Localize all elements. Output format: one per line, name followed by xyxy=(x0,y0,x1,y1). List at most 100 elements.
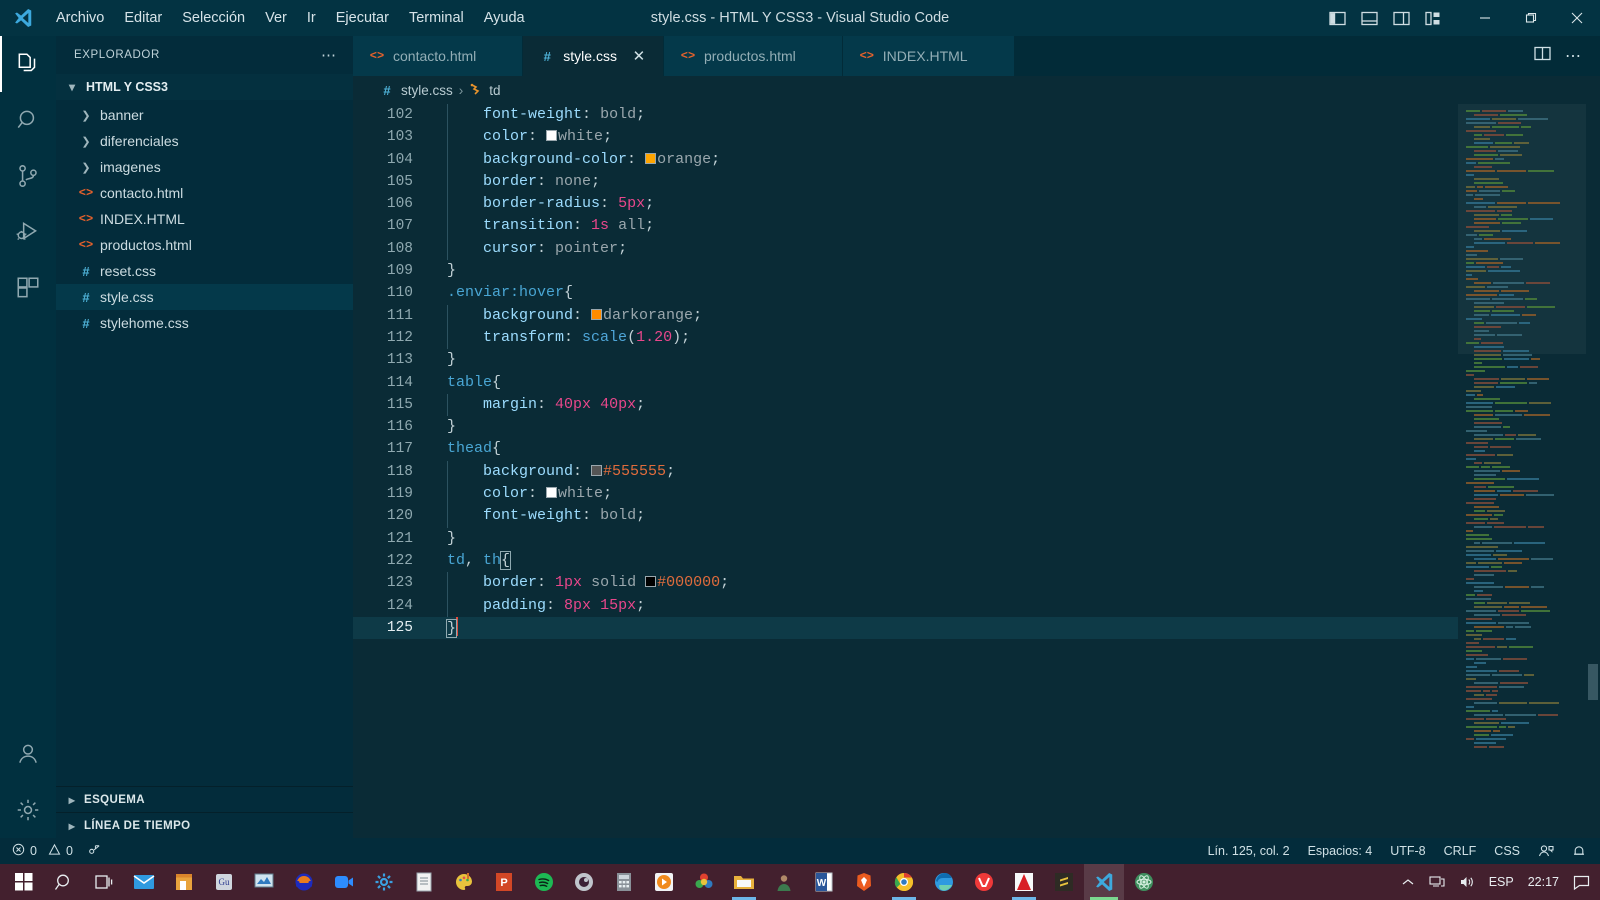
code-line[interactable]: 113} xyxy=(353,349,1458,371)
code-line[interactable]: 110 .enviar:hover{ xyxy=(353,282,1458,304)
video-player-icon[interactable] xyxy=(644,864,684,900)
bell-icon[interactable] xyxy=(1572,844,1586,858)
code-line[interactable]: 111 background: darkorange; xyxy=(353,304,1458,327)
zoom-icon[interactable] xyxy=(324,864,364,900)
activity-search[interactable] xyxy=(0,92,56,148)
geogebra-icon[interactable]: Gu xyxy=(204,864,244,900)
tab-style-css[interactable]: # style.css ✕ xyxy=(523,36,664,76)
toggle-secondary-sidebar-icon[interactable] xyxy=(1390,7,1412,29)
tray-clock[interactable]: 22:17 xyxy=(1528,875,1559,889)
store-icon[interactable] xyxy=(164,864,204,900)
powerpoint-icon[interactable]: P xyxy=(484,864,524,900)
spotify-icon[interactable] xyxy=(524,864,564,900)
tree-item-style-css[interactable]: # style.css xyxy=(56,284,353,310)
menu-terminal[interactable]: Terminal xyxy=(399,6,474,30)
toggle-primary-sidebar-icon[interactable] xyxy=(1326,7,1348,29)
scrollbar-thumb[interactable] xyxy=(1588,664,1598,700)
tree-item-diferenciales[interactable]: ❯ diferenciales xyxy=(56,128,353,154)
code-line[interactable]: 115 margin: 40px 40px; xyxy=(353,393,1458,417)
root-folder-row[interactable]: ▾ HTML Y CSS3 xyxy=(56,74,353,100)
code-line[interactable]: 121} xyxy=(353,528,1458,550)
status-eol[interactable]: CRLF xyxy=(1444,844,1477,858)
menu-ir[interactable]: Ir xyxy=(297,6,326,30)
obs-icon[interactable] xyxy=(564,864,604,900)
menu-seleccion[interactable]: Selección xyxy=(172,6,255,30)
color-swatch[interactable] xyxy=(645,576,657,588)
tab-productos-html[interactable]: <>productos.html✕ xyxy=(663,36,843,76)
split-editor-icon[interactable] xyxy=(1534,46,1551,66)
activity-accounts[interactable] xyxy=(0,726,56,782)
color-swatch[interactable] xyxy=(591,464,603,476)
mail-icon[interactable] xyxy=(124,864,164,900)
photos-icon[interactable] xyxy=(684,864,724,900)
color-swatch[interactable] xyxy=(546,130,558,142)
adobe-icon[interactable] xyxy=(1004,864,1044,900)
edge-icon[interactable] xyxy=(924,864,964,900)
calculator-icon[interactable] xyxy=(604,864,644,900)
code-line[interactable]: 108 cursor: pointer; xyxy=(353,237,1458,261)
network-icon[interactable] xyxy=(1429,875,1445,889)
code-line[interactable]: 105 border: none; xyxy=(353,170,1458,194)
panel-esquema[interactable]: ▸ ESQUEMA xyxy=(56,786,353,812)
toggle-panel-icon[interactable] xyxy=(1358,7,1380,29)
menu-ejecutar[interactable]: Ejecutar xyxy=(326,6,399,30)
tab-index-html[interactable]: <>INDEX.HTML✕ xyxy=(842,36,1015,76)
activity-explorer[interactable] xyxy=(0,36,56,92)
live-share-icon[interactable] xyxy=(1538,844,1554,858)
code-line[interactable]: 116} xyxy=(353,416,1458,438)
tab-contacto-html[interactable]: <>contacto.html✕ xyxy=(353,36,524,76)
code-line[interactable]: 119 color: white; xyxy=(353,483,1458,506)
code-content[interactable]: 102 font-weight: bold; 103 color: white; 1… xyxy=(353,104,1458,838)
code-line[interactable]: 123 border: 1px solid #000000; xyxy=(353,572,1458,595)
code-line[interactable]: 106 border-radius: 5px; xyxy=(353,193,1458,216)
activity-extensions[interactable] xyxy=(0,260,56,316)
folder-icon[interactable] xyxy=(724,864,764,900)
react-icon[interactable] xyxy=(1124,864,1164,900)
breadcrumb[interactable]: # style.css › td xyxy=(353,76,1600,104)
minimap[interactable] xyxy=(1458,104,1586,838)
code-line[interactable]: 107 transition: 1s all; xyxy=(353,215,1458,238)
tree-item-imagenes[interactable]: ❯ imagenes xyxy=(56,154,353,180)
ellipsis-icon[interactable]: ⋯ xyxy=(321,46,337,64)
status-indentation[interactable]: Espacios: 4 xyxy=(1308,844,1373,858)
task-view-icon[interactable] xyxy=(84,864,124,900)
person-icon[interactable] xyxy=(764,864,804,900)
tree-item-stylehome-css[interactable]: # stylehome.css xyxy=(56,310,353,336)
tree-item-banner[interactable]: ❯ banner xyxy=(56,102,353,128)
breadcrumb-symbol[interactable]: td xyxy=(489,83,500,98)
code-line[interactable]: 102 font-weight: bold; xyxy=(353,104,1458,127)
windows-start-icon[interactable] xyxy=(4,864,44,900)
code-line[interactable]: 109} xyxy=(353,260,1458,282)
more-actions-icon[interactable]: ⋯ xyxy=(1565,46,1582,66)
chrome-icon[interactable] xyxy=(884,864,924,900)
minimize-button[interactable] xyxy=(1462,0,1508,36)
menu-bar[interactable]: Archivo Editar Selección Ver Ir Ejecutar… xyxy=(46,6,535,30)
tree-item-productos-html[interactable]: <> productos.html xyxy=(56,232,353,258)
code-line[interactable]: 112 transform: scale(1.20); xyxy=(353,326,1458,350)
code-line[interactable]: 118 background: #555555; xyxy=(353,460,1458,484)
volume-icon[interactable] xyxy=(1459,875,1475,889)
code-line[interactable]: 122 td, th{ xyxy=(353,550,1458,572)
taskbar-search-icon[interactable] xyxy=(44,864,84,900)
maximize-button[interactable] xyxy=(1508,0,1554,36)
menu-ayuda[interactable]: Ayuda xyxy=(474,6,535,30)
code-line[interactable]: 114 table{ xyxy=(353,372,1458,394)
menu-ver[interactable]: Ver xyxy=(255,6,297,30)
activity-run-debug[interactable] xyxy=(0,204,56,260)
color-swatch[interactable] xyxy=(591,308,603,320)
tree-item-contacto-html[interactable]: <> contacto.html xyxy=(56,180,353,206)
code-line[interactable]: 104 background-color: orange; xyxy=(353,148,1458,171)
activity-source-control[interactable] xyxy=(0,148,56,204)
status-cursor-position[interactable]: Lín. 125, col. 2 xyxy=(1208,844,1290,858)
tree-item-reset-css[interactable]: # reset.css xyxy=(56,258,353,284)
tray-language[interactable]: ESP xyxy=(1489,875,1514,889)
code-line[interactable]: 120 font-weight: bold; xyxy=(353,505,1458,528)
activity-manage-gear-icon[interactable] xyxy=(0,782,56,838)
menu-editar[interactable]: Editar xyxy=(114,6,172,30)
code-line[interactable]: 103 color: white; xyxy=(353,126,1458,149)
paint-icon[interactable] xyxy=(444,864,484,900)
gear-icon[interactable] xyxy=(364,864,404,900)
color-swatch[interactable] xyxy=(645,152,657,164)
code-line[interactable]: 124 padding: 8px 15px; xyxy=(353,594,1458,617)
customize-layout-icon[interactable] xyxy=(1422,7,1444,29)
